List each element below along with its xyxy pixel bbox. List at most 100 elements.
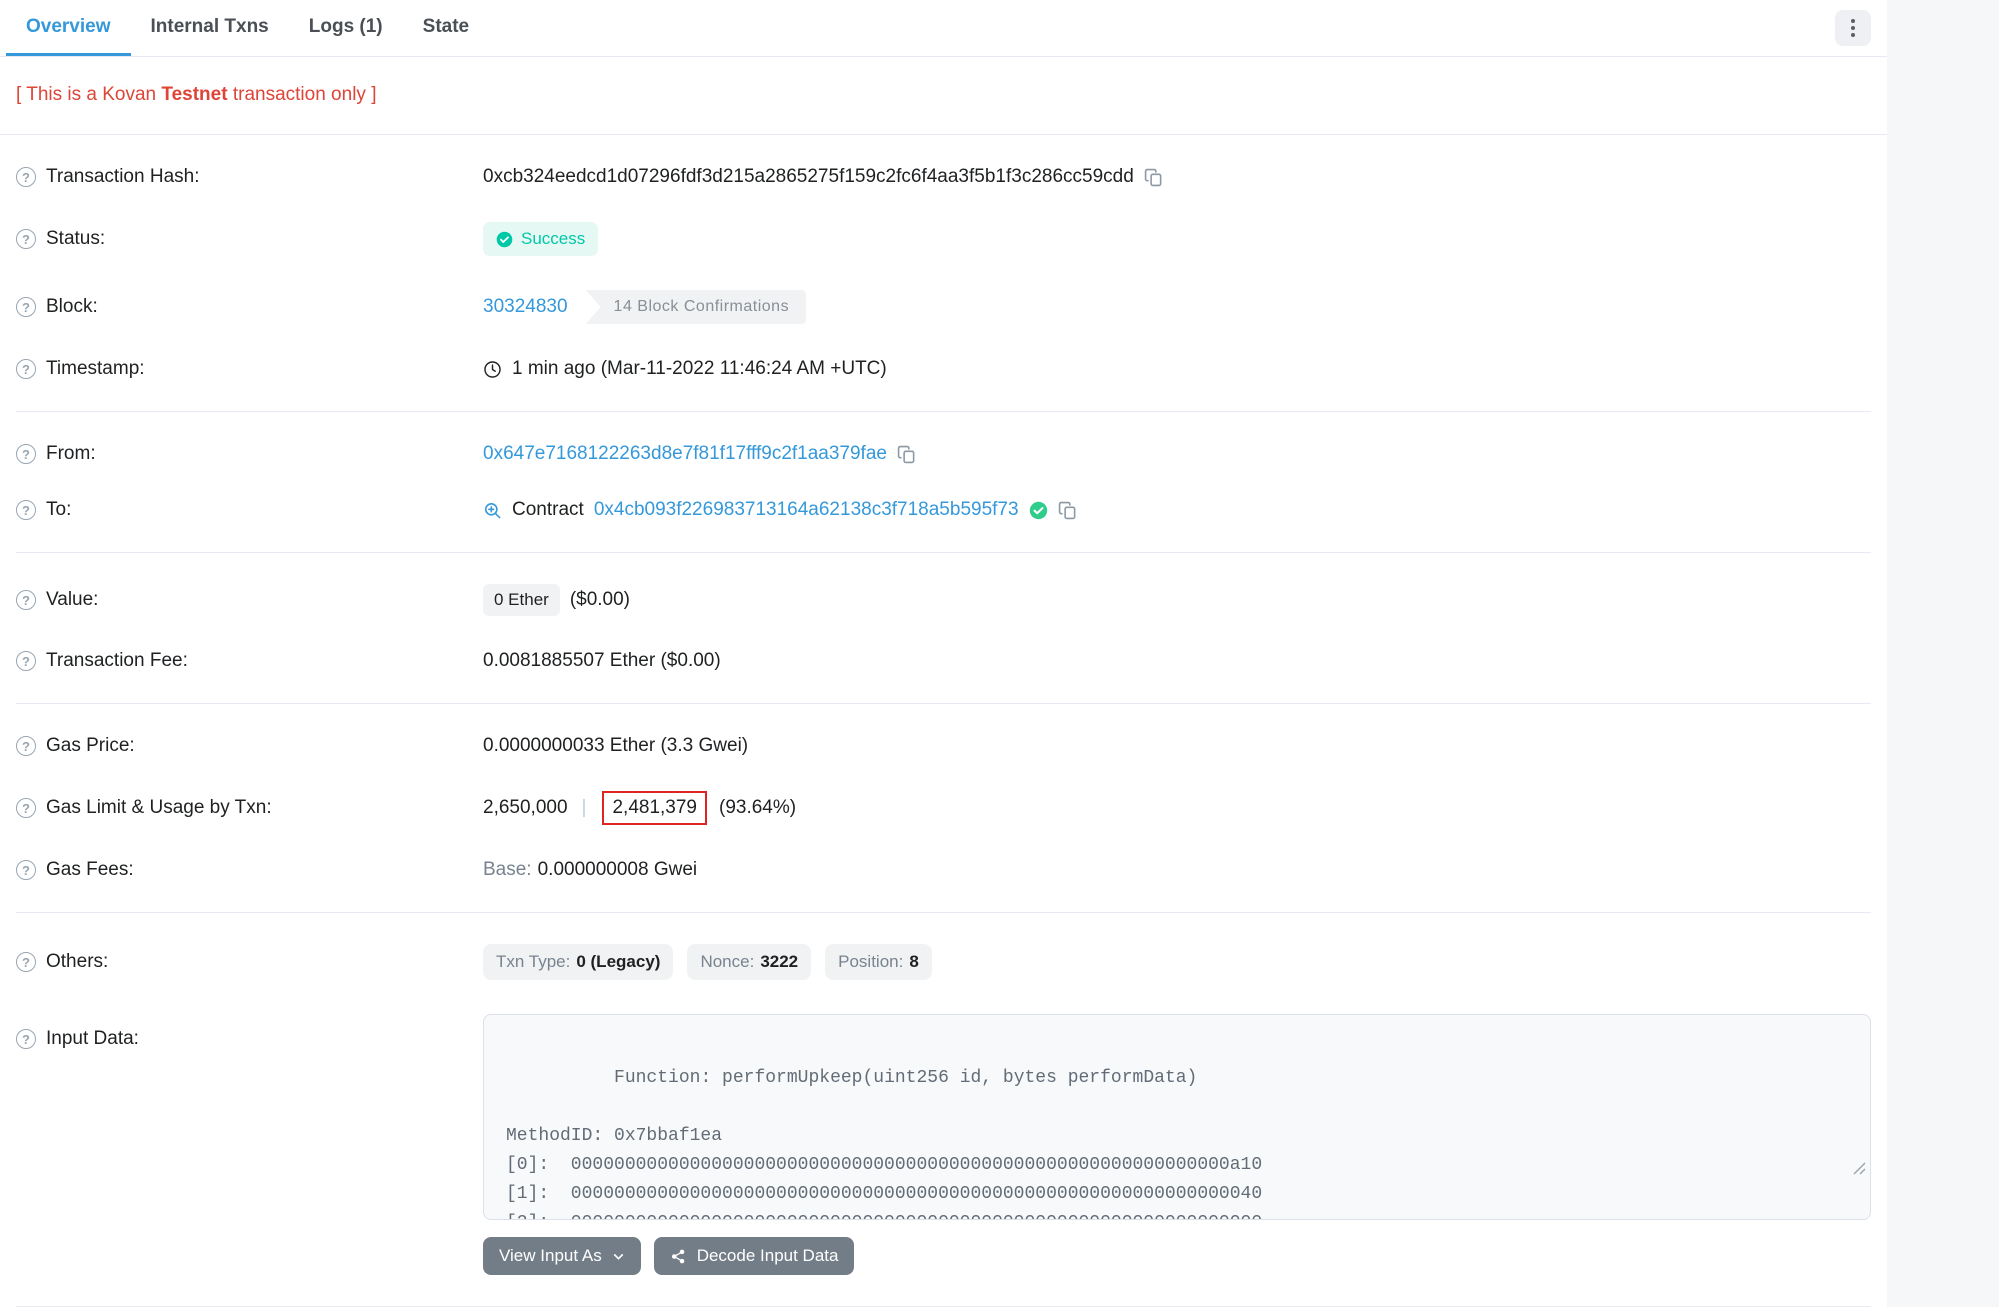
- row-input-data: ? Input Data: Function: performUpkeep(ui…: [16, 997, 1871, 1292]
- row-gas-fees: ? Gas Fees: Base: 0.000000008 Gwei: [16, 842, 1871, 898]
- warning-text-prefix: [ This is a Kovan: [16, 84, 161, 105]
- status-badge: Success: [483, 222, 598, 256]
- help-icon[interactable]: ?: [16, 167, 36, 187]
- gas-used-percent: (93.64%): [719, 797, 796, 819]
- decode-icon: [670, 1248, 687, 1265]
- more-options-button[interactable]: [1835, 10, 1871, 46]
- verified-check-icon: [1029, 501, 1048, 520]
- help-icon[interactable]: ?: [16, 798, 36, 818]
- value-usd: ($0.00): [570, 589, 630, 611]
- transaction-details-card: Overview Internal Txns Logs (1) State [ …: [0, 0, 1887, 1307]
- chevron-down-icon: [612, 1250, 625, 1263]
- testnet-warning: [ This is a Kovan Testnet transaction on…: [0, 57, 1887, 135]
- status-label: Status:: [46, 228, 105, 250]
- timestamp-value: 1 min ago (Mar-11-2022 11:46:24 AM +UTC): [512, 358, 887, 380]
- copy-icon[interactable]: [897, 445, 916, 464]
- help-icon[interactable]: ?: [16, 860, 36, 880]
- gas-used-highlight-box: 2,481,379: [602, 791, 707, 825]
- transaction-fee-label: Transaction Fee:: [46, 650, 188, 672]
- section-others-input: ? Others: Txn Type: 0 (Legacy) Nonce: 32…: [0, 913, 1887, 1306]
- nonce-value: 3222: [760, 952, 798, 972]
- row-to: ? To: Contract 0x4cb093f226983713164a621…: [16, 482, 1871, 538]
- decode-input-data-button[interactable]: Decode Input Data: [654, 1237, 855, 1275]
- status-value: Success: [521, 229, 585, 249]
- nonce-label: Nonce:: [700, 952, 754, 972]
- row-from: ? From: 0x647e7168122263d8e7f81f17fff9c2…: [16, 426, 1871, 482]
- section-addresses: ? From: 0x647e7168122263d8e7f81f17fff9c2…: [0, 412, 1887, 552]
- to-contract-word: Contract: [512, 499, 584, 521]
- gas-limit-label: Gas Limit & Usage by Txn:: [46, 797, 272, 819]
- row-timestamp: ? Timestamp: 1 min ago (Mar-11-2022 11:4…: [16, 341, 1871, 397]
- help-icon[interactable]: ?: [16, 500, 36, 520]
- help-icon[interactable]: ?: [16, 736, 36, 756]
- input-data-label: Input Data:: [46, 1028, 139, 1050]
- gas-limit-separator: |: [578, 797, 591, 819]
- row-transaction-fee: ? Transaction Fee: 0.0081885507 Ether ($…: [16, 633, 1871, 689]
- help-icon[interactable]: ?: [16, 952, 36, 972]
- view-input-as-button[interactable]: View Input As: [483, 1237, 641, 1275]
- txn-type-label: Txn Type:: [496, 952, 570, 972]
- block-confirmations-badge: 14 Block Confirmations: [586, 290, 807, 324]
- row-gas-limit-usage: ? Gas Limit & Usage by Txn: 2,650,000 | …: [16, 774, 1871, 842]
- position-label: Position:: [838, 952, 903, 972]
- help-icon[interactable]: ?: [16, 444, 36, 464]
- transaction-fee-value: 0.0081885507 Ether ($0.00): [483, 650, 721, 672]
- gas-fees-base-label: Base:: [483, 859, 532, 881]
- copy-icon[interactable]: [1058, 501, 1077, 520]
- warning-text-suffix: transaction only ]: [228, 84, 377, 105]
- resize-handle[interactable]: [1723, 1128, 1866, 1215]
- to-address-link[interactable]: 0x4cb093f226983713164a62138c3f718a5b595f…: [594, 499, 1019, 521]
- from-address-link[interactable]: 0x647e7168122263d8e7f81f17fff9c2f1aa379f…: [483, 443, 887, 465]
- ether-value-badge: 0 Ether: [483, 584, 560, 616]
- clock-icon: [483, 360, 502, 379]
- value-label: Value:: [46, 589, 98, 611]
- row-block: ? Block: 30324830 14 Block Confirmations: [16, 273, 1871, 341]
- others-label: Others:: [46, 951, 108, 973]
- gas-price-value: 0.0000000033 Ether (3.3 Gwei): [483, 735, 748, 757]
- tab-internal-txns[interactable]: Internal Txns: [131, 0, 289, 56]
- gas-price-label: Gas Price:: [46, 735, 135, 757]
- input-data-code: Function: performUpkeep(uint256 id, byte…: [506, 1068, 1262, 1220]
- decode-input-data-label: Decode Input Data: [697, 1246, 839, 1266]
- block-number-link[interactable]: 30324830: [483, 296, 568, 318]
- input-data-textarea[interactable]: Function: performUpkeep(uint256 id, byte…: [483, 1014, 1871, 1220]
- position-value: 8: [909, 952, 918, 972]
- row-status: ? Status: Success: [16, 205, 1871, 273]
- tab-logs[interactable]: Logs (1): [289, 0, 403, 56]
- timestamp-label: Timestamp:: [46, 358, 145, 380]
- txn-type-chip: Txn Type: 0 (Legacy): [483, 944, 673, 980]
- tabs: Overview Internal Txns Logs (1) State: [6, 0, 489, 56]
- tab-overview[interactable]: Overview: [6, 0, 131, 56]
- help-icon[interactable]: ?: [16, 651, 36, 671]
- help-icon[interactable]: ?: [16, 229, 36, 249]
- section-gas: ? Gas Price: 0.0000000033 Ether (3.3 Gwe…: [0, 704, 1887, 912]
- help-icon[interactable]: ?: [16, 359, 36, 379]
- gas-fees-base-value: 0.000000008 Gwei: [538, 859, 698, 881]
- section-value-fee: ? Value: 0 Ether ($0.00) ? Transaction F…: [0, 553, 1887, 703]
- row-others: ? Others: Txn Type: 0 (Legacy) Nonce: 32…: [16, 927, 1871, 997]
- row-value: ? Value: 0 Ether ($0.00): [16, 567, 1871, 633]
- to-label: To:: [46, 499, 71, 521]
- warning-text-bold: Testnet: [161, 84, 227, 105]
- transaction-hash-value: 0xcb324eedcd1d07296fdf3d215a2865275f159c…: [483, 166, 1134, 188]
- help-icon[interactable]: ?: [16, 1029, 36, 1049]
- row-transaction-hash: ? Transaction Hash: 0xcb324eedcd1d07296f…: [16, 149, 1871, 205]
- txn-type-value: 0 (Legacy): [576, 952, 660, 972]
- nonce-chip: Nonce: 3222: [687, 944, 811, 980]
- gas-limit-value: 2,650,000: [483, 797, 568, 819]
- from-label: From:: [46, 443, 96, 465]
- help-icon[interactable]: ?: [16, 590, 36, 610]
- tab-state[interactable]: State: [403, 0, 489, 56]
- tab-bar: Overview Internal Txns Logs (1) State: [0, 0, 1887, 57]
- transaction-hash-label: Transaction Hash:: [46, 166, 199, 188]
- copy-icon[interactable]: [1144, 168, 1163, 187]
- search-plus-icon[interactable]: [483, 501, 502, 520]
- position-chip: Position: 8: [825, 944, 932, 980]
- view-input-as-label: View Input As: [499, 1246, 602, 1266]
- gas-fees-label: Gas Fees:: [46, 859, 134, 881]
- help-icon[interactable]: ?: [16, 297, 36, 317]
- check-circle-icon: [496, 231, 513, 248]
- section-overview-top: ? Transaction Hash: 0xcb324eedcd1d07296f…: [0, 135, 1887, 411]
- row-gas-price: ? Gas Price: 0.0000000033 Ether (3.3 Gwe…: [16, 718, 1871, 774]
- block-label: Block:: [46, 296, 98, 318]
